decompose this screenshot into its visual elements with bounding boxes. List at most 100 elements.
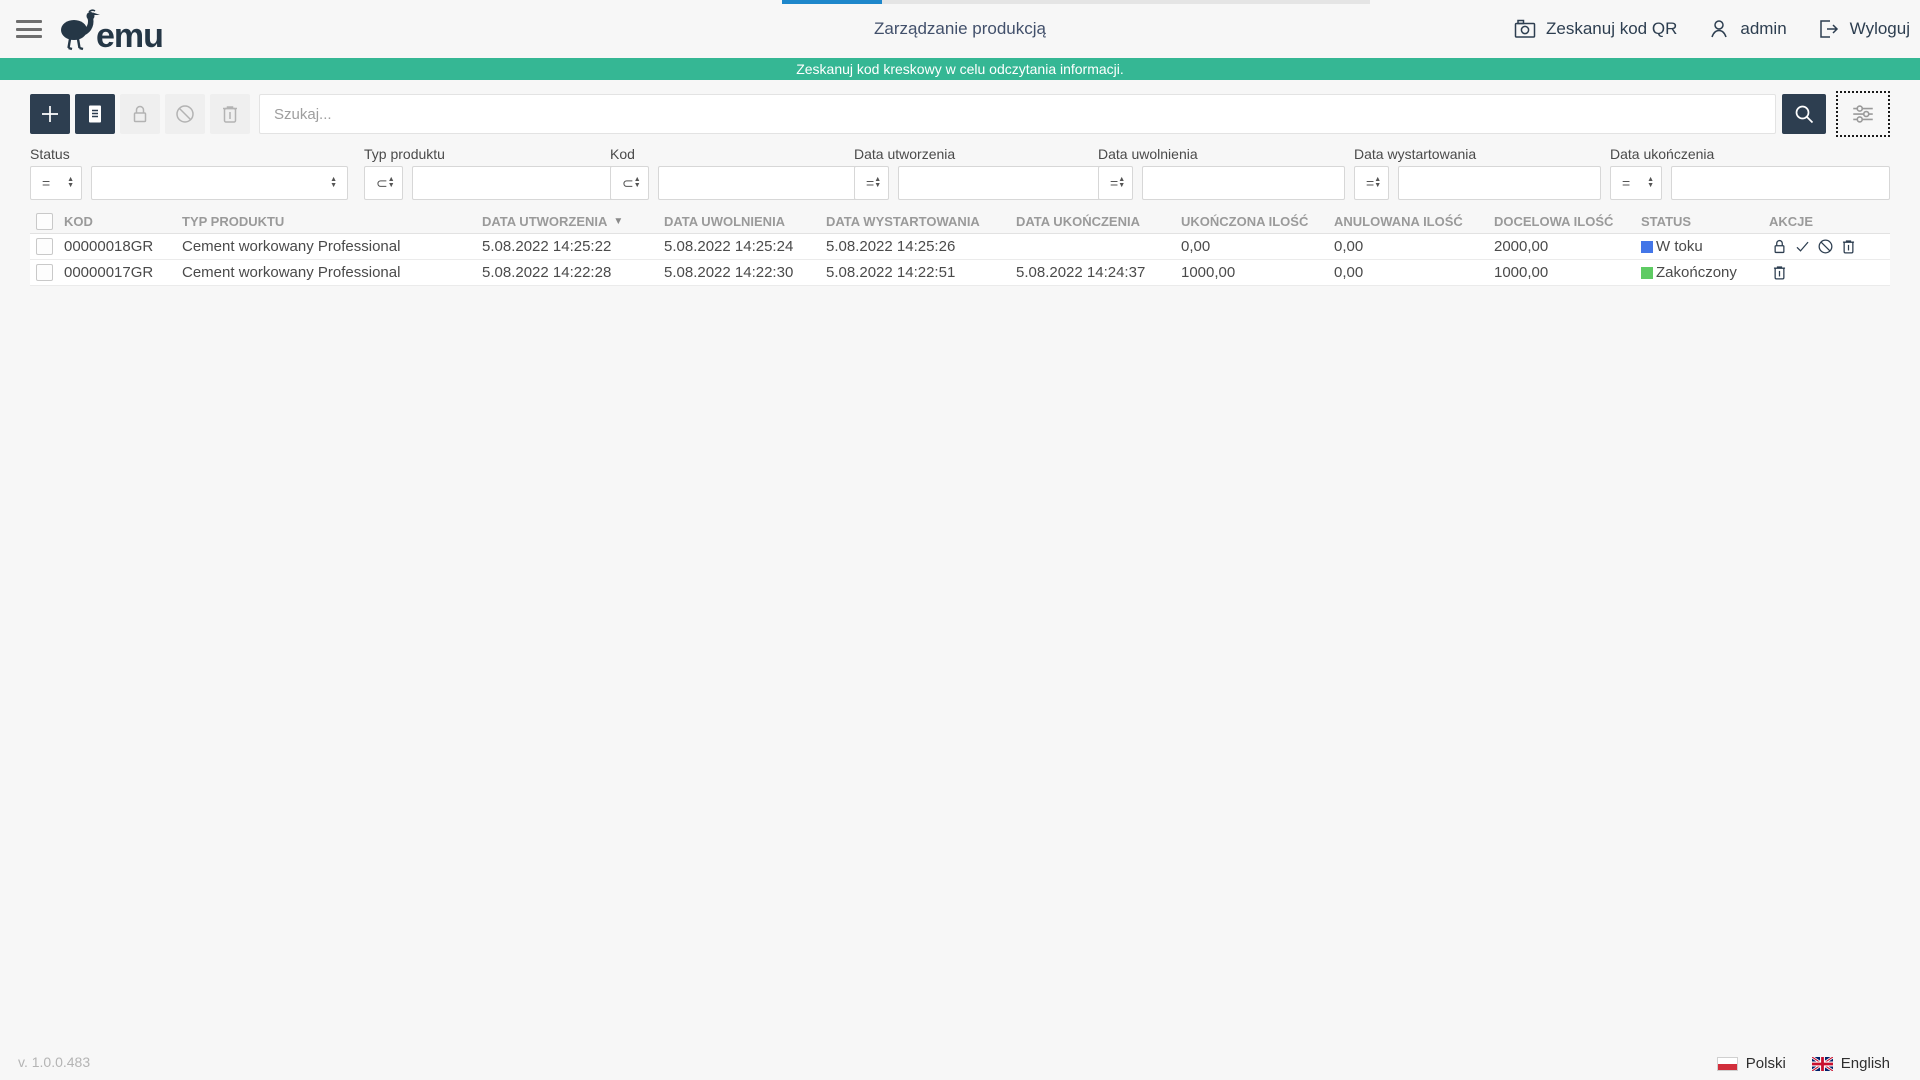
filter-code-value[interactable]: [658, 166, 861, 200]
filter-code: Kod ⊂▲▼: [610, 146, 838, 200]
row-cancel-button[interactable]: [1815, 236, 1836, 257]
filter-status-value[interactable]: ▲▼: [91, 166, 348, 200]
column-settings-button[interactable]: [1836, 91, 1890, 137]
filter-created-date-operator[interactable]: =▲▼: [854, 166, 889, 200]
cancel-button[interactable]: [165, 94, 205, 134]
filter-finished-date-operator[interactable]: =▲▼: [1610, 166, 1662, 200]
uk-flag-icon: [1812, 1057, 1833, 1071]
column-header-data-wystartowania[interactable]: DATA WYSTARTOWANIA: [826, 214, 1016, 229]
spinner-icon: ▲▼: [634, 177, 641, 189]
table-row[interactable]: 00000018GR Cement workowany Professional…: [30, 234, 1890, 260]
lock-icon: [128, 102, 152, 126]
row-delete-button[interactable]: [1838, 236, 1859, 257]
logout-button[interactable]: Wyloguj: [1817, 17, 1910, 41]
app-logo: emu: [58, 7, 163, 51]
trash-icon: [1770, 263, 1789, 282]
header-actions: Zeskanuj kod QR admin Wyloguj: [1513, 17, 1910, 41]
logo-text: emu: [96, 21, 163, 51]
language-polski[interactable]: Polski: [1717, 1055, 1786, 1072]
add-button[interactable]: [30, 94, 70, 134]
filter-created-date-value[interactable]: [898, 166, 1101, 200]
search-icon: [1792, 102, 1816, 126]
trash-icon: [1839, 237, 1858, 256]
status-label: W toku: [1656, 238, 1703, 255]
tab-scroll-indicator: [782, 0, 1370, 4]
filter-created-date: Data utworzenia =▲▼: [854, 146, 1082, 200]
cell-data-uwolnienia: 5.08.2022 14:22:30: [664, 264, 826, 281]
cell-data-utworzenia: 5.08.2022 14:22:28: [482, 264, 664, 281]
filter-label: Status: [30, 146, 348, 162]
column-header-data-uwolnienia[interactable]: DATA UWOLNIENIA: [664, 214, 826, 229]
status-square-icon: [1641, 241, 1653, 253]
app-version: v. 1.0.0.483: [18, 1054, 90, 1070]
column-header-data-ukonczenia[interactable]: DATA UKOŃCZENIA: [1016, 214, 1181, 229]
filter-product-type-operator[interactable]: ⊂▲▼: [364, 166, 403, 200]
production-table: KOD TYP PRODUKTU DATA UTWORZENIA ▼ DATA …: [30, 210, 1890, 286]
scan-qr-label: Zeskanuj kod QR: [1546, 19, 1677, 39]
menu-button[interactable]: [14, 17, 44, 41]
column-header-status[interactable]: STATUS: [1641, 214, 1769, 229]
cell-akcje: [1769, 236, 1890, 257]
row-lock-button[interactable]: [1769, 236, 1790, 257]
poland-flag-icon: [1717, 1057, 1738, 1071]
column-header-anulowana-ilosc[interactable]: ANULOWANA ILOŚĆ: [1334, 214, 1494, 229]
status-label: Zakończony: [1656, 264, 1737, 281]
filter-started-date-value[interactable]: [1398, 166, 1601, 200]
search-input[interactable]: [259, 94, 1776, 134]
spinner-icon: ▲▼: [388, 177, 395, 189]
cell-ukonczona-ilosc: 0,00: [1181, 238, 1334, 255]
column-header-typ-produktu[interactable]: TYP PRODUKTU: [182, 214, 482, 229]
row-checkbox[interactable]: [36, 264, 53, 281]
row-checkbox[interactable]: [36, 238, 53, 255]
filter-released-date-operator[interactable]: =▲▼: [1098, 166, 1133, 200]
filter-started-date: Data wystartowania =▲▼: [1354, 146, 1594, 200]
filter-finished-date-value[interactable]: [1671, 166, 1890, 200]
filter-label: Data uwolnienia: [1098, 146, 1338, 162]
spinner-icon: ▲▼: [1118, 177, 1125, 189]
person-icon: [1707, 17, 1731, 41]
cell-data-wystartowania: 5.08.2022 14:22:51: [826, 264, 1016, 281]
spinner-icon: ▲▼: [67, 177, 74, 189]
cell-data-uwolnienia: 5.08.2022 14:25:24: [664, 238, 826, 255]
row-delete-button[interactable]: [1769, 262, 1790, 283]
filter-label: Kod: [610, 146, 838, 162]
ban-icon: [1816, 237, 1835, 256]
language-english[interactable]: English: [1812, 1055, 1890, 1072]
lock-icon: [1770, 237, 1789, 256]
lock-button[interactable]: [120, 94, 160, 134]
column-header-kod[interactable]: KOD: [64, 214, 182, 229]
spinner-icon: ▲▼: [1647, 177, 1654, 189]
spinner-icon: ▲▼: [1374, 177, 1381, 189]
column-header-ukonczona-ilosc[interactable]: UKOŃCZONA ILOŚĆ: [1181, 214, 1334, 229]
camera-icon: [1513, 17, 1537, 41]
cell-status: W toku: [1641, 238, 1769, 255]
filter-product-type-value[interactable]: [412, 166, 615, 200]
delete-button[interactable]: [210, 94, 250, 134]
filter-code-operator[interactable]: ⊂▲▼: [610, 166, 649, 200]
column-header-data-utworzenia[interactable]: DATA UTWORZENIA ▼: [482, 214, 664, 229]
filter-started-date-operator[interactable]: =▲▼: [1354, 166, 1389, 200]
filter-released-date: Data uwolnienia =▲▼: [1098, 146, 1338, 200]
filter-label: Data utworzenia: [854, 146, 1082, 162]
cell-akcje: [1769, 262, 1890, 283]
user-menu[interactable]: admin: [1707, 17, 1786, 41]
column-header-akcje: AKCJE: [1769, 214, 1890, 229]
select-all-checkbox[interactable]: [36, 213, 53, 230]
document-icon: [83, 102, 107, 126]
table-row[interactable]: 00000017GR Cement workowany Professional…: [30, 260, 1890, 286]
top-bar: emu Zarządzanie produkcją Zeskanuj kod Q…: [0, 0, 1920, 58]
cell-data-ukonczenia: 5.08.2022 14:24:37: [1016, 264, 1181, 281]
filter-released-date-value[interactable]: [1142, 166, 1345, 200]
column-header-docelowa-ilosc[interactable]: DOCELOWA ILOŚĆ: [1494, 214, 1641, 229]
report-button[interactable]: [75, 94, 115, 134]
logout-label: Wyloguj: [1850, 19, 1910, 39]
cell-typ-produktu: Cement workowany Professional: [182, 264, 482, 281]
logout-icon: [1817, 17, 1841, 41]
table-header-row: KOD TYP PRODUKTU DATA UTWORZENIA ▼ DATA …: [30, 210, 1890, 234]
filter-status-operator[interactable]: =▲▼: [30, 166, 82, 200]
row-complete-button[interactable]: [1792, 236, 1813, 257]
scan-qr-button[interactable]: Zeskanuj kod QR: [1513, 17, 1677, 41]
spinner-icon: ▲▼: [874, 177, 881, 189]
search-button[interactable]: [1782, 94, 1826, 134]
username: admin: [1740, 19, 1786, 39]
